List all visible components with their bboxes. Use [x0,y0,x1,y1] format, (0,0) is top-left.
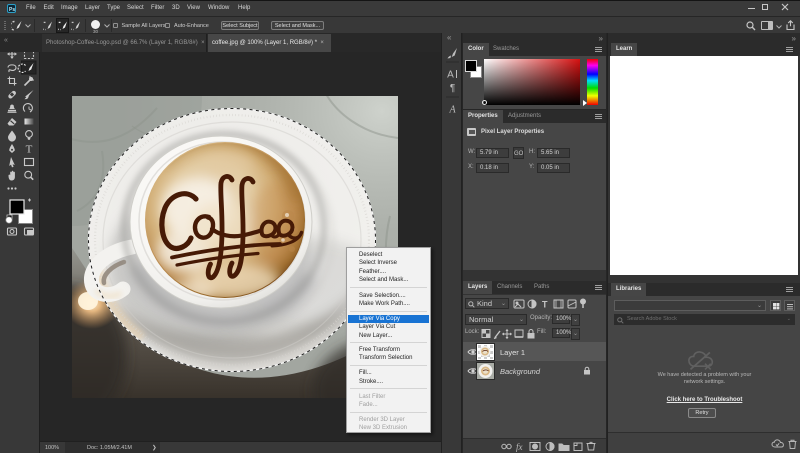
svg-text:T: T [542,300,548,310]
svg-text:T: T [26,144,33,156]
svg-text:A: A [448,105,456,116]
svg-text:¶: ¶ [450,83,455,94]
svg-text:A: A [447,70,454,81]
svg-text:fx: fx [516,442,523,452]
